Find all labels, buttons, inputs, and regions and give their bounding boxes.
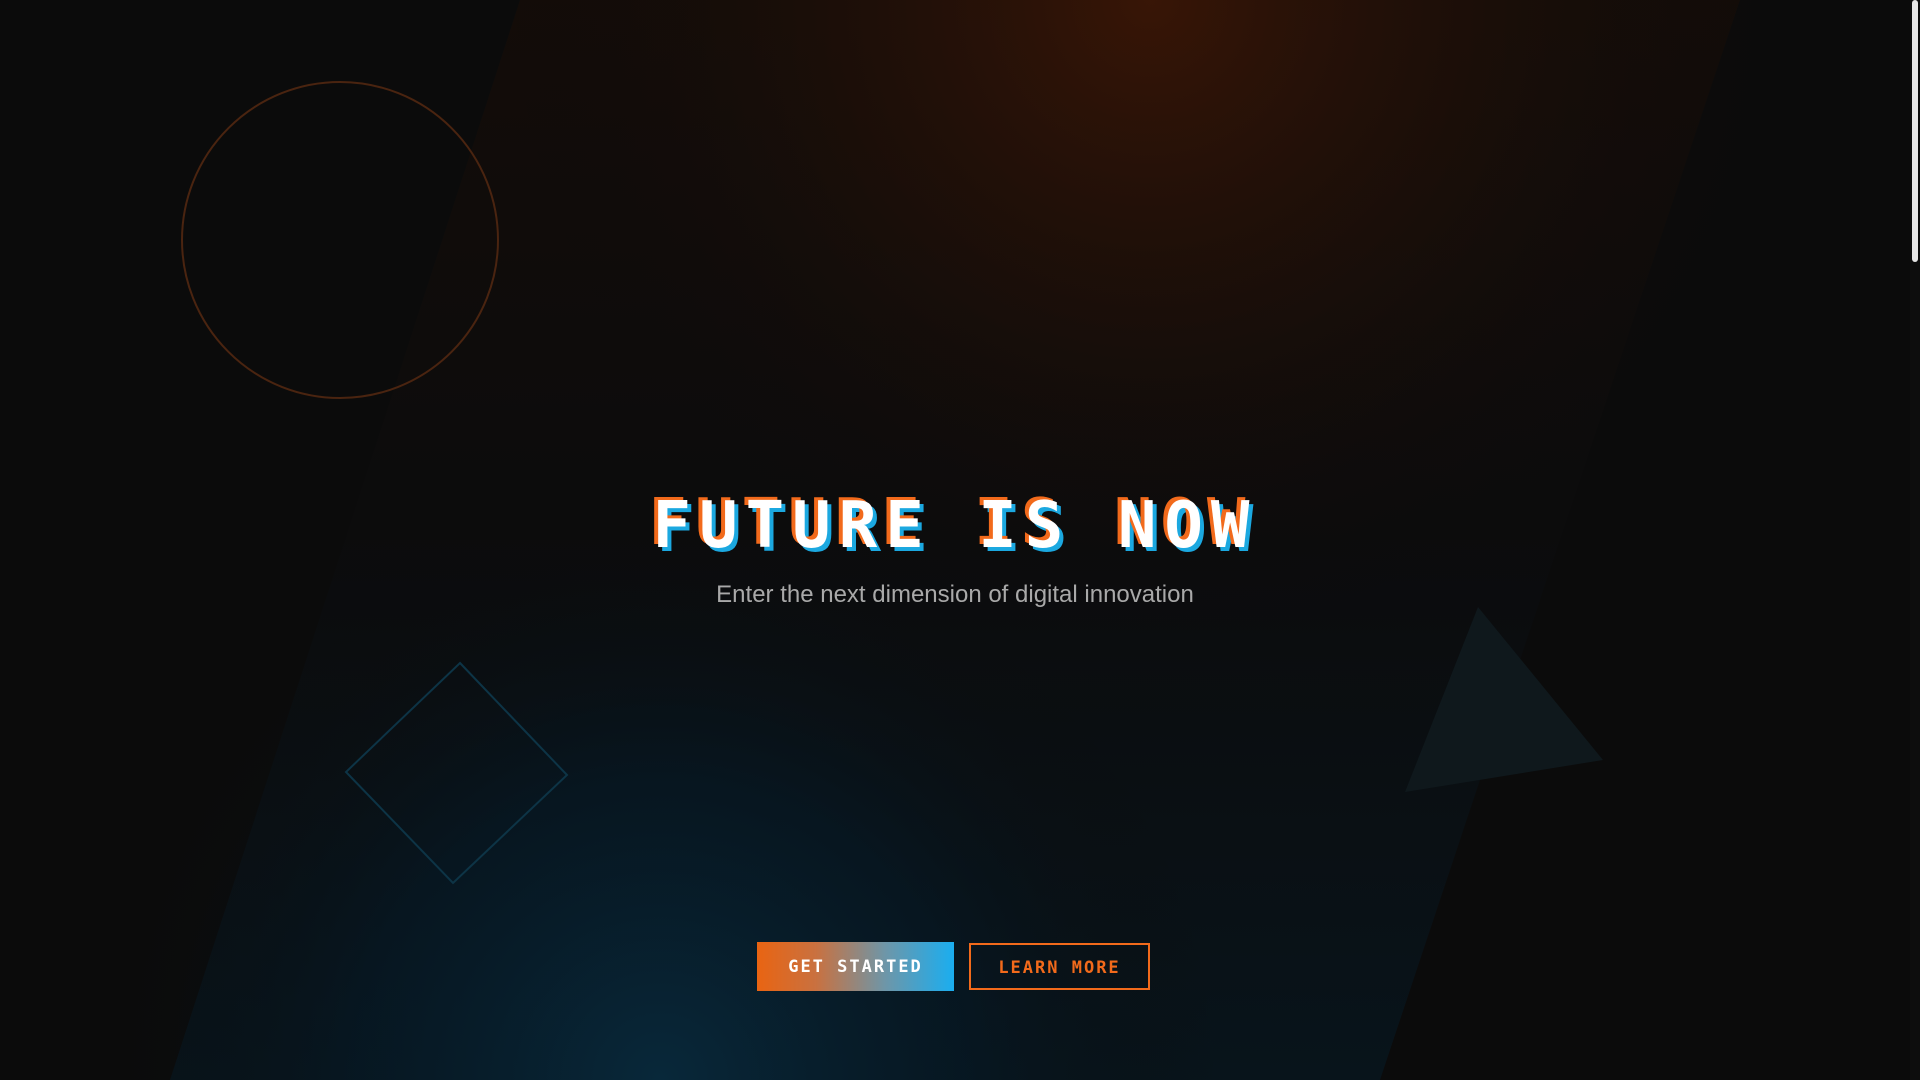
hero-title: FUTURE IS NOW — [652, 489, 1258, 563]
landing-page: FUTURE IS NOW Enter the next dimension o… — [0, 0, 1920, 1080]
get-started-button[interactable]: GET STARTED — [757, 942, 954, 991]
hero-subtitle: Enter the next dimension of digital inno… — [716, 581, 1194, 608]
scrollbar-thumb[interactable] — [1912, 0, 1918, 262]
vertical-scrollbar[interactable] — [1910, 0, 1920, 1080]
learn-more-button[interactable]: LEARN MORE — [969, 943, 1150, 990]
hero-section: FUTURE IS NOW Enter the next dimension o… — [0, 0, 1910, 1080]
